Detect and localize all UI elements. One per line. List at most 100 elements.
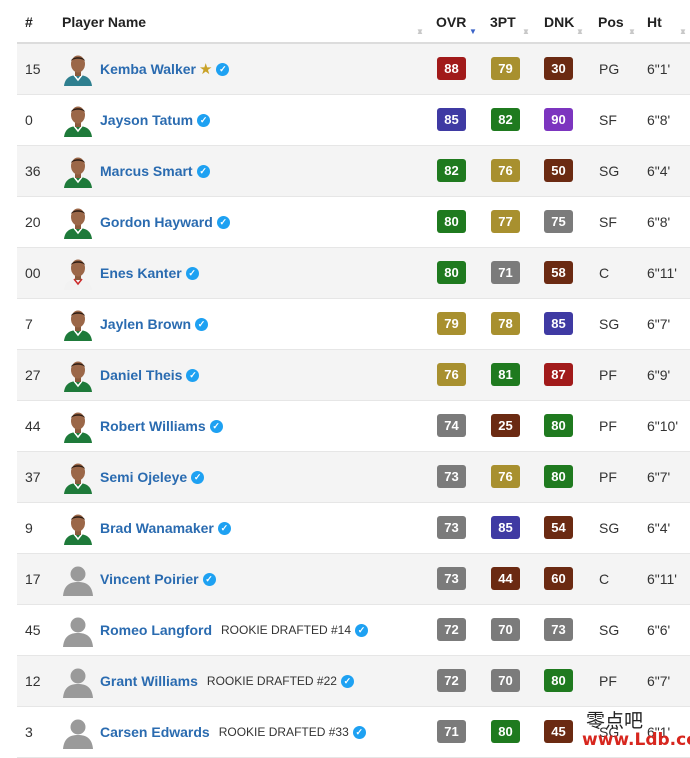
player-name-cell: Romeo Langford ROOKIE DRAFTED #14 ✓ [100, 605, 369, 655]
verified-icon: ✓ [216, 215, 230, 229]
player-avatar[interactable] [61, 44, 95, 94]
sort-3pt-icon[interactable]: ▲ ▼ [522, 14, 530, 36]
dnk-badge: 45 [544, 720, 573, 743]
3pt-badge: 25 [491, 414, 520, 437]
player-avatar[interactable] [61, 146, 95, 196]
sort-ht-icon[interactable]: ▲ ▼ [679, 14, 687, 36]
table-row[interactable]: 45 Romeo Langford ROOKIE DRAFTED #14 ✓ 72 70 7… [17, 605, 690, 656]
player-number: 20 [25, 214, 41, 230]
sort-name-icon[interactable]: ▲ ▼ [416, 14, 424, 36]
player-number: 7 [25, 316, 33, 332]
player-name-link[interactable]: Carsen Edwards [100, 724, 210, 740]
player-number: 9 [25, 520, 33, 536]
dnk-badge: 75 [544, 210, 573, 233]
player-name-cell: Gordon Hayward ✓ [100, 197, 230, 247]
silhouette-icon [61, 715, 95, 749]
player-position: SG [599, 520, 620, 536]
player-name-link[interactable]: Kemba Walker [100, 61, 196, 77]
table-row[interactable]: 27 Daniel Theis ✓ 76 81 87 PF 6"9' [17, 350, 690, 401]
ovr-badge: 79 [437, 312, 466, 335]
player-number: 37 [25, 469, 41, 485]
player-avatar[interactable] [61, 707, 95, 757]
player-height: 6"8' [647, 214, 671, 230]
player-avatar[interactable] [61, 401, 95, 451]
table-row[interactable]: 20 Gordon Hayward ✓ 80 77 75 SF 6"8' [17, 197, 690, 248]
table-row[interactable]: 17 Vincent Poirier ✓ 73 44 60 C 6"11' [17, 554, 690, 605]
player-name-link[interactable]: Semi Ojeleye [100, 469, 187, 485]
player-name-link[interactable]: Enes Kanter [100, 265, 182, 281]
player-name-link[interactable]: Jaylen Brown [100, 316, 191, 332]
player-name-link[interactable]: Brad Wanamaker [100, 520, 214, 536]
dnk-badge: 87 [544, 363, 573, 386]
player-position: SF [599, 214, 617, 230]
ovr-badge: 74 [437, 414, 466, 437]
table-row[interactable]: 0 Jayson Tatum ✓ 85 82 90 SF 6"8' [17, 95, 690, 146]
player-number: 3 [25, 724, 33, 740]
player-name-link[interactable]: Romeo Langford [100, 622, 212, 638]
sort-pos-icon[interactable]: ▲ ▼ [628, 14, 636, 36]
player-name-link[interactable]: Gordon Hayward [100, 214, 213, 230]
verified-icon: ✓ [202, 572, 216, 586]
col-name-header[interactable]: Player Name [62, 14, 146, 30]
verified-icon: ✓ [352, 725, 366, 739]
player-name-link[interactable]: Jayson Tatum [100, 112, 193, 128]
ovr-badge: 73 [437, 567, 466, 590]
table-row[interactable]: 15 Kemba Walker ★ ✓ 88 79 30 PG 6"1' [17, 44, 690, 95]
col-ht-header[interactable]: Ht [647, 14, 662, 30]
player-photo [61, 154, 95, 188]
player-name-link[interactable]: Grant Williams [100, 673, 198, 689]
table-row[interactable]: 3 Carsen Edwards ROOKIE DRAFTED #33 ✓ 71 80 45… [17, 707, 690, 758]
table-row[interactable]: 9 Brad Wanamaker ✓ 73 85 54 SG 6"4' [17, 503, 690, 554]
col-num-header[interactable]: # [25, 14, 33, 30]
player-height: 6"10' [647, 418, 679, 434]
table-row[interactable]: 00 Enes Kanter ✓ 80 71 58 C 6"11' [17, 248, 690, 299]
col-dnk-header[interactable]: DNK [544, 14, 574, 30]
table-row[interactable]: 12 Grant Williams ROOKIE DRAFTED #22 ✓ 72 70 8… [17, 656, 690, 707]
3pt-badge: 77 [491, 210, 520, 233]
player-position: PF [599, 367, 617, 383]
player-avatar[interactable] [61, 605, 95, 655]
sort-ovr-icon[interactable]: ▼ [469, 14, 477, 36]
3pt-badge: 80 [491, 720, 520, 743]
dnk-badge: 80 [544, 414, 573, 437]
verified-icon: ✓ [195, 317, 209, 331]
col-ovr-header[interactable]: OVR [436, 14, 466, 30]
player-name-link[interactable]: Robert Williams [100, 418, 206, 434]
table-row[interactable]: 44 Robert Williams ✓ 74 25 80 PF 6"10' [17, 401, 690, 452]
player-name-cell: Kemba Walker ★ ✓ [100, 44, 230, 94]
table-row[interactable]: 36 Marcus Smart ✓ 82 76 50 SG 6"4' [17, 146, 690, 197]
ovr-badge: 88 [437, 57, 466, 80]
player-avatar[interactable] [61, 248, 95, 298]
col-pos-header[interactable]: Pos [598, 14, 624, 30]
player-position: SG [599, 724, 620, 740]
player-name-cell: Grant Williams ROOKIE DRAFTED #22 ✓ [100, 656, 354, 706]
table-row[interactable]: 7 Jaylen Brown ✓ 79 78 85 SG 6"7' [17, 299, 690, 350]
rookie-label: ROOKIE DRAFTED #22 [206, 674, 337, 688]
player-name-link[interactable]: Marcus Smart [100, 163, 193, 179]
player-position: SF [599, 112, 617, 128]
player-height: 6"4' [647, 520, 671, 536]
player-avatar[interactable] [61, 299, 95, 349]
player-avatar[interactable] [61, 452, 95, 502]
sort-dnk-icon[interactable]: ▲ ▼ [576, 14, 584, 36]
player-avatar[interactable] [61, 350, 95, 400]
player-avatar[interactable] [61, 95, 95, 145]
player-avatar[interactable] [61, 197, 95, 247]
player-number: 12 [25, 673, 41, 689]
table-row[interactable]: 37 Semi Ojeleye ✓ 73 76 80 PF 6"7' [17, 452, 690, 503]
player-avatar[interactable] [61, 554, 95, 604]
col-3pt-header[interactable]: 3PT [490, 14, 516, 30]
silhouette-icon [61, 613, 95, 647]
player-name-link[interactable]: Daniel Theis [100, 367, 182, 383]
player-number: 45 [25, 622, 41, 638]
ovr-badge: 80 [437, 210, 466, 233]
player-name-link[interactable]: Vincent Poirier [100, 571, 199, 587]
player-avatar[interactable] [61, 503, 95, 553]
3pt-badge: 70 [491, 618, 520, 641]
dnk-badge: 50 [544, 159, 573, 182]
verified-icon: ✓ [340, 674, 354, 688]
player-avatar[interactable] [61, 656, 95, 706]
player-name-cell: Brad Wanamaker ✓ [100, 503, 231, 553]
dnk-badge: 60 [544, 567, 573, 590]
ovr-badge: 80 [437, 261, 466, 284]
